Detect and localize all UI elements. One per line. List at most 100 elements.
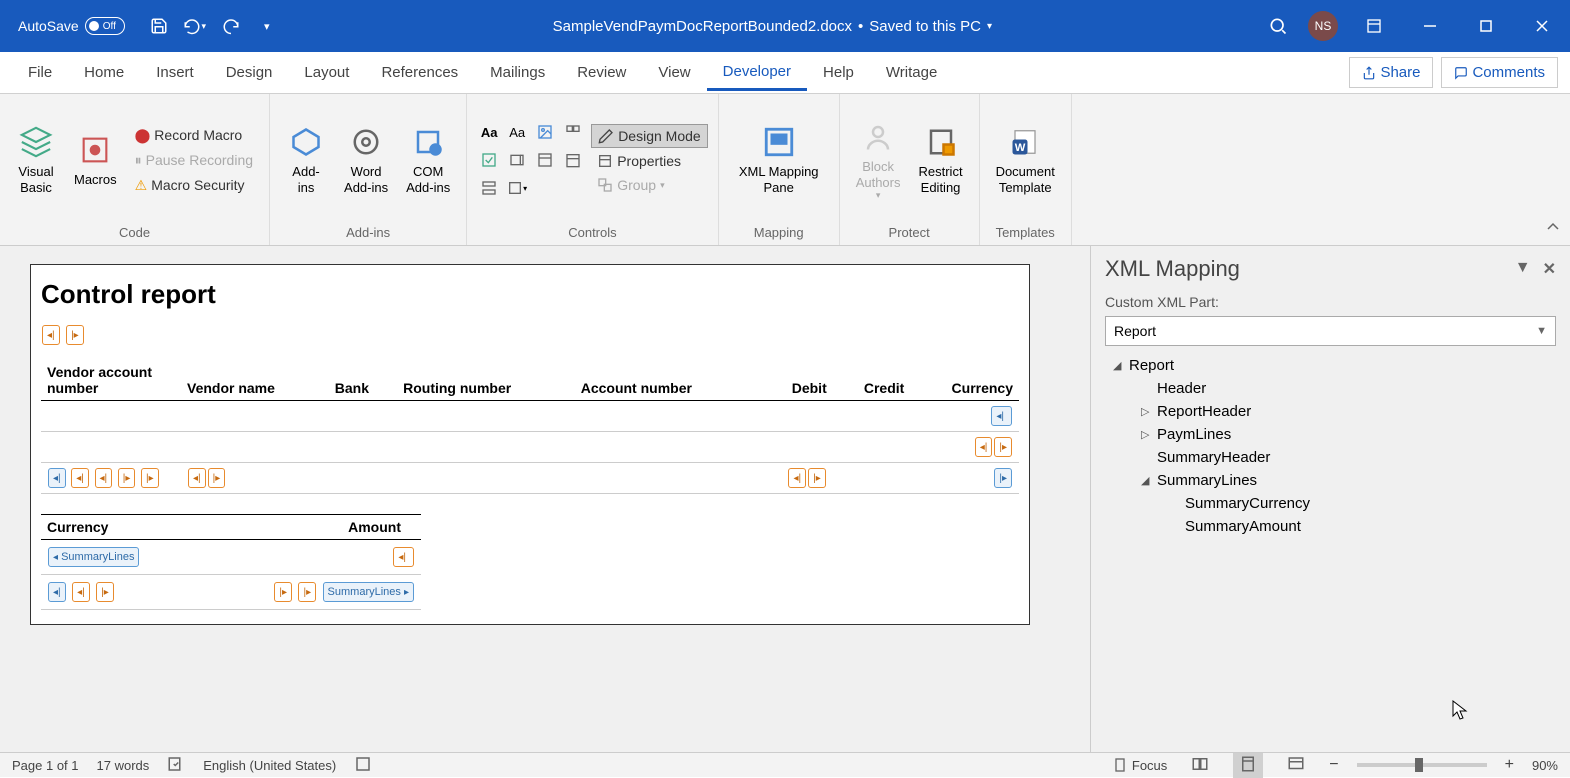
cc-tag[interactable]: |▸: [994, 437, 1012, 457]
zoom-in-icon[interactable]: +: [1505, 756, 1514, 774]
cc-tag[interactable]: ◂|: [975, 437, 993, 457]
restrict-editing-button[interactable]: Restrict Editing: [913, 98, 969, 222]
minimize-icon[interactable]: [1410, 6, 1450, 46]
autosave-toggle[interactable]: AutoSave Off: [18, 17, 125, 35]
print-layout-icon[interactable]: [1233, 753, 1263, 778]
zoom-out-icon[interactable]: −: [1329, 756, 1338, 774]
tree-node-paymlines[interactable]: ▷PaymLines: [1133, 423, 1556, 446]
user-avatar[interactable]: NS: [1308, 11, 1338, 41]
cc-tag-open[interactable]: ◂|: [42, 325, 60, 345]
collapse-ribbon-icon[interactable]: [1546, 220, 1560, 239]
web-layout-icon[interactable]: [1281, 753, 1311, 778]
com-addins-button[interactable]: COM Add-ins: [400, 98, 456, 222]
cc-tag[interactable]: ◂|: [991, 406, 1012, 426]
cc-tag[interactable]: |▸: [994, 468, 1012, 488]
record-macro-button[interactable]: ⬤Record Macro: [129, 124, 259, 147]
checkbox-control-icon[interactable]: [477, 148, 501, 172]
block-authors-button[interactable]: Block Authors▾: [850, 98, 907, 222]
tab-developer[interactable]: Developer: [707, 55, 807, 91]
cc-tag[interactable]: ◂|: [72, 582, 90, 602]
xml-mapping-pane-button[interactable]: XML Mapping Pane: [729, 98, 829, 222]
document-template-button[interactable]: WDocument Template: [990, 98, 1061, 222]
cc-tag[interactable]: |▸: [118, 468, 136, 488]
share-button[interactable]: Share: [1349, 57, 1433, 88]
close-icon[interactable]: [1522, 6, 1562, 46]
tab-layout[interactable]: Layout: [288, 56, 365, 89]
cc-tag[interactable]: |▸: [274, 582, 292, 602]
word-addins-button[interactable]: Word Add-ins: [338, 98, 394, 222]
addins-button[interactable]: Add- ins: [280, 98, 332, 222]
maximize-icon[interactable]: [1466, 6, 1506, 46]
cc-tag[interactable]: ◂|: [48, 582, 66, 602]
visual-basic-button[interactable]: Visual Basic: [10, 98, 62, 222]
undo-icon[interactable]: ▾: [181, 12, 209, 40]
accessibility-icon[interactable]: [354, 755, 372, 776]
save-icon[interactable]: [145, 12, 173, 40]
cc-tag[interactable]: |▸: [298, 582, 316, 602]
zoom-level[interactable]: 90%: [1532, 758, 1558, 773]
cc-tag[interactable]: |▸: [96, 582, 114, 602]
cc-tag[interactable]: ◂|: [71, 468, 89, 488]
building-block-control-icon[interactable]: [561, 120, 585, 144]
pane-close-icon[interactable]: ✕: [1543, 259, 1556, 279]
pane-dropdown-icon[interactable]: ▼: [1515, 259, 1531, 279]
xml-part-select[interactable]: Report ▼: [1105, 316, 1556, 346]
toggle-track[interactable]: Off: [85, 17, 125, 35]
cc-tag[interactable]: ◂|: [95, 468, 113, 488]
cc-tag[interactable]: ◂|: [188, 468, 206, 488]
design-mode-button[interactable]: Design Mode: [591, 124, 708, 148]
macro-security-button[interactable]: ⚠Macro Security: [129, 174, 259, 197]
tree-node-header[interactable]: Header: [1133, 377, 1556, 400]
tab-mailings[interactable]: Mailings: [474, 56, 561, 89]
legacy-tools-icon[interactable]: ▾: [505, 176, 529, 200]
tree-node-summaryheader[interactable]: SummaryHeader: [1133, 446, 1556, 469]
tab-home[interactable]: Home: [68, 56, 140, 89]
customize-qat-icon[interactable]: ▾: [253, 12, 281, 40]
cc-tag-close[interactable]: |▸: [66, 325, 84, 345]
cc-summarylines-end[interactable]: SummaryLines ▸: [323, 582, 414, 602]
ribbon-display-icon[interactable]: [1354, 6, 1394, 46]
search-icon[interactable]: [1264, 12, 1292, 40]
tree-node-summaryamount[interactable]: SummaryAmount: [1161, 515, 1556, 538]
zoom-slider[interactable]: [1357, 763, 1487, 767]
macros-button[interactable]: Macros: [68, 98, 123, 222]
tree-node-reportheader[interactable]: ▷ReportHeader: [1133, 400, 1556, 423]
cc-tag[interactable]: |▸: [808, 468, 826, 488]
tab-writage[interactable]: Writage: [870, 56, 953, 89]
status-words[interactable]: 17 words: [97, 758, 150, 773]
tab-view[interactable]: View: [642, 56, 706, 89]
cc-tag[interactable]: |▸: [141, 468, 159, 488]
comments-button[interactable]: Comments: [1441, 57, 1558, 88]
tab-references[interactable]: References: [365, 56, 474, 89]
repeating-control-icon[interactable]: [477, 176, 501, 200]
cc-tag[interactable]: ◂|: [48, 468, 66, 488]
zoom-thumb[interactable]: [1415, 758, 1423, 772]
status-language[interactable]: English (United States): [203, 758, 336, 773]
tab-insert[interactable]: Insert: [140, 56, 210, 89]
tab-review[interactable]: Review: [561, 56, 642, 89]
tab-file[interactable]: File: [12, 56, 68, 89]
tab-help[interactable]: Help: [807, 56, 870, 89]
rich-text-control-icon[interactable]: Aa: [477, 120, 501, 144]
cc-tag[interactable]: |▸: [208, 468, 226, 488]
title-dropdown-icon[interactable]: ▾: [987, 21, 992, 32]
cc-summarylines[interactable]: ◂ SummaryLines: [48, 547, 139, 567]
spellcheck-icon[interactable]: [167, 755, 185, 776]
tree-node-report[interactable]: ◢Report: [1105, 354, 1556, 377]
redo-icon[interactable]: [217, 12, 245, 40]
focus-button[interactable]: Focus: [1112, 757, 1167, 773]
read-mode-icon[interactable]: [1185, 753, 1215, 778]
picture-control-icon[interactable]: [533, 120, 557, 144]
tree-node-summarylines[interactable]: ◢SummaryLines: [1133, 469, 1556, 492]
tree-node-summarycurrency[interactable]: SummaryCurrency: [1161, 492, 1556, 515]
tab-design[interactable]: Design: [210, 56, 289, 89]
status-page[interactable]: Page 1 of 1: [12, 758, 79, 773]
date-control-icon[interactable]: [561, 148, 585, 172]
properties-button[interactable]: Properties: [591, 150, 708, 172]
document-area[interactable]: Control report ◂| |▸ Vendor account numb…: [0, 246, 1090, 752]
combobox-control-icon[interactable]: [505, 148, 529, 172]
cc-tag[interactable]: ◂|: [788, 468, 806, 488]
plain-text-control-icon[interactable]: Aa: [505, 120, 529, 144]
cc-tag[interactable]: ◂|: [393, 547, 414, 567]
dropdown-control-icon[interactable]: [533, 148, 557, 172]
